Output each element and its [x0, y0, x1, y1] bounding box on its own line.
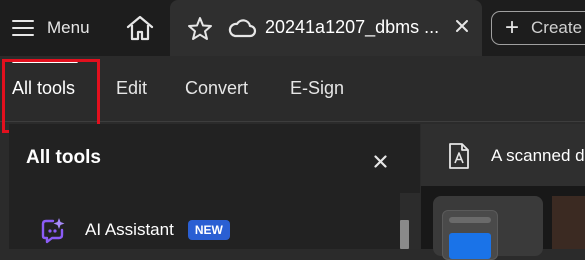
page-thumbnail[interactable]: [442, 210, 498, 260]
scan-notice-text: A scanned d: [491, 146, 585, 165]
create-button[interactable]: + Create: [491, 11, 585, 45]
panel-title: All tools: [26, 147, 101, 168]
scan-notice-bar: A scanned d: [421, 124, 585, 186]
top-bar: Menu 20241a1207_dbms ... + Create: [0, 0, 585, 56]
menu-label: Menu: [47, 18, 90, 37]
all-tools-panel: All tools AI Assistant NEW: [9, 124, 420, 249]
scrollbar-thumb[interactable]: [400, 220, 409, 249]
ai-assistant-label: AI Assistant: [85, 220, 174, 239]
create-label: Create: [531, 18, 583, 37]
hamburger-icon: [12, 20, 34, 36]
pdf-page-edge: [552, 196, 585, 249]
highlight-annotation: [2, 59, 100, 133]
star-icon[interactable]: [187, 16, 213, 41]
tab-title: 20241a1207_dbms ...: [265, 17, 440, 37]
tab-edit[interactable]: Edit: [116, 78, 147, 99]
ai-assistant-icon: [41, 218, 65, 244]
menu-button[interactable]: Menu: [0, 0, 104, 56]
plus-icon: +: [505, 14, 520, 41]
tab-e-sign[interactable]: E-Sign: [290, 78, 344, 99]
document-tab[interactable]: 20241a1207_dbms ...: [170, 0, 482, 56]
new-badge: NEW: [187, 220, 230, 240]
home-button[interactable]: [120, 12, 160, 44]
home-icon: [126, 15, 154, 41]
cloud-icon: [228, 19, 257, 38]
tab-convert[interactable]: Convert: [185, 78, 248, 99]
close-icon[interactable]: [455, 19, 469, 33]
close-icon[interactable]: [374, 155, 387, 168]
document-a-icon: [449, 143, 469, 169]
ai-assistant-item[interactable]: AI Assistant NEW: [39, 216, 230, 244]
